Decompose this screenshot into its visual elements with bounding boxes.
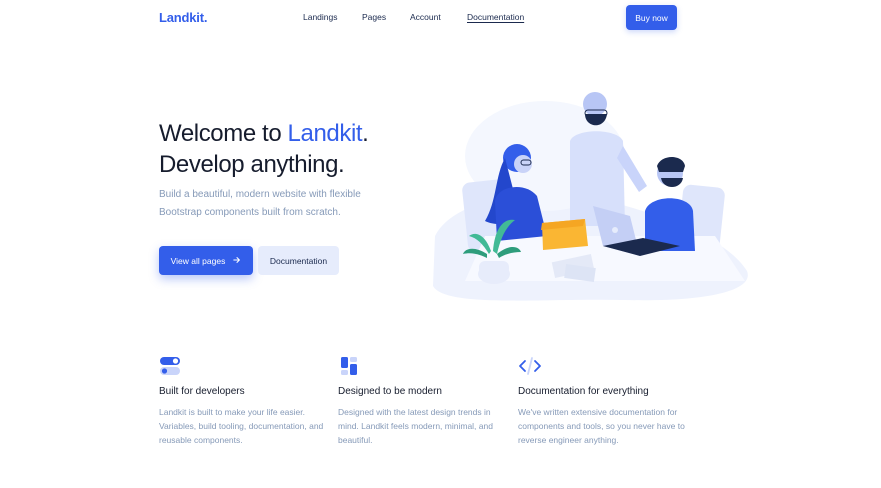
nav-link-pages[interactable]: Pages <box>362 12 386 22</box>
documentation-button[interactable]: Documentation <box>258 246 339 275</box>
brand-logo[interactable]: Landkit. <box>159 10 207 25</box>
buy-now-button[interactable]: Buy now <box>626 5 677 30</box>
hero-illustration <box>425 86 755 308</box>
brand-dot: . <box>203 10 208 25</box>
arrow-right-icon <box>233 256 241 266</box>
navbar: Landkit. Landings Pages Account Document… <box>0 0 881 36</box>
feature-built-for-developers: Built for developers Landkit is built to… <box>159 355 329 447</box>
hero-title: Welcome to Landkit. Develop anything. <box>159 118 369 180</box>
toggle-icon <box>159 355 181 377</box>
feature-documentation: Documentation for everything We've writt… <box>518 355 688 447</box>
view-all-pages-label: View all pages <box>170 255 226 266</box>
feature-text: We've written extensive documentation fo… <box>518 407 685 445</box>
hero-subtitle: Build a beautiful, modern website with f… <box>159 189 361 218</box>
code-icon <box>518 355 541 377</box>
brand-name: Landkit <box>159 10 204 25</box>
feature-text: Landkit is built to make your life easie… <box>159 407 324 445</box>
nav-link-documentation[interactable]: Documentation <box>467 12 524 22</box>
view-all-pages-button[interactable]: View all pages <box>159 246 253 275</box>
hero-title-suffix: . <box>362 120 369 147</box>
feature-title: Documentation for everything <box>518 386 649 397</box>
feature-title: Designed to be modern <box>338 386 442 397</box>
layout-icon <box>338 355 360 377</box>
feature-text: Designed with the latest design trends i… <box>338 407 493 445</box>
nav-link-account[interactable]: Account <box>410 12 441 22</box>
hero-title-accent: Landkit <box>287 120 363 147</box>
documentation-button-label: Documentation <box>269 255 328 266</box>
feature-designed-to-be-modern: Designed to be modern Designed with the … <box>338 355 508 447</box>
feature-title: Built for developers <box>159 386 245 397</box>
nav-link-landings[interactable]: Landings <box>303 12 338 22</box>
hero-title-line2: Develop anything. <box>159 151 345 178</box>
hero-title-prefix: Welcome to <box>159 120 288 147</box>
